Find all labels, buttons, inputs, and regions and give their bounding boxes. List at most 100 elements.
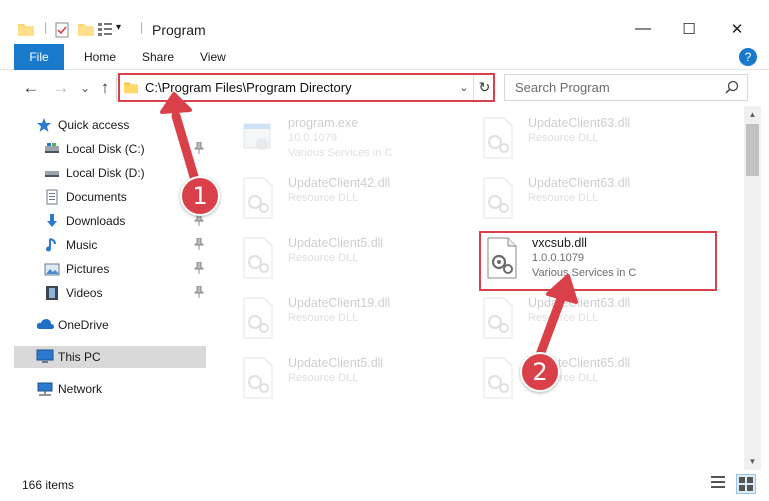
dll-file-icon bbox=[480, 296, 516, 340]
up-button[interactable]: ↑ bbox=[94, 77, 116, 99]
sidebar-item-onedrive[interactable]: OneDrive bbox=[14, 314, 206, 336]
videos-icon bbox=[44, 285, 60, 301]
sidebar-item-label: Videos bbox=[66, 286, 103, 300]
sidebar-item-music[interactable]: Music bbox=[14, 234, 206, 256]
file-item[interactable]: UpdateClient63.dll Resource DLL bbox=[480, 170, 710, 226]
pin-icon[interactable] bbox=[193, 237, 205, 253]
vertical-scrollbar[interactable]: ▲ ▼ bbox=[744, 106, 761, 470]
file-item[interactable]: UpdateClient42.dll Resource DLL bbox=[240, 170, 470, 226]
pin-icon[interactable] bbox=[193, 285, 205, 301]
navigation-pane: Quick access Local Disk (C:) Local Disk … bbox=[0, 106, 208, 470]
file-item[interactable]: UpdateClient5.dll Resource DLL bbox=[240, 230, 470, 286]
minimize-button[interactable]: — bbox=[620, 14, 666, 44]
dll-file-icon bbox=[240, 176, 276, 220]
sidebar-item-label: Network bbox=[58, 382, 103, 396]
tab-view[interactable]: View bbox=[190, 44, 236, 70]
forward-button[interactable]: → bbox=[50, 77, 72, 99]
sidebar-item-videos[interactable]: Videos bbox=[14, 282, 206, 304]
sidebar-item-label: Downloads bbox=[66, 214, 126, 228]
sidebar-item-documents[interactable]: Documents bbox=[14, 186, 206, 208]
large-icons-view-icon[interactable] bbox=[736, 474, 756, 494]
dll-file-icon bbox=[240, 296, 276, 340]
back-button[interactable]: ← bbox=[20, 77, 42, 99]
close-button[interactable]: ✕ bbox=[714, 14, 760, 44]
file-item[interactable]: UpdateClient63.dll Resource DLL bbox=[480, 110, 710, 166]
sidebar-item-label: Pictures bbox=[66, 262, 110, 276]
file-version: Resource DLL bbox=[288, 312, 359, 324]
sidebar-item-pictures[interactable]: Pictures bbox=[14, 258, 206, 280]
file-name: UpdateClient42.dll bbox=[288, 176, 391, 190]
help-icon[interactable]: ? bbox=[739, 48, 757, 66]
search-box[interactable]: Search Program bbox=[504, 74, 748, 101]
separator: | bbox=[44, 20, 48, 34]
properties-icon[interactable] bbox=[54, 22, 70, 41]
file-name: UpdateClient5.dll bbox=[288, 356, 384, 370]
onedrive-icon bbox=[36, 317, 54, 333]
music-icon bbox=[44, 237, 60, 253]
ribbon: File Home Share View bbox=[0, 44, 769, 70]
pin-icon[interactable] bbox=[193, 213, 205, 229]
search-icon[interactable] bbox=[725, 80, 739, 97]
folder-icon[interactable] bbox=[18, 22, 34, 39]
pin-icon[interactable] bbox=[193, 141, 205, 157]
tab-file[interactable]: File bbox=[14, 44, 64, 70]
sidebar-item-label: OneDrive bbox=[58, 318, 109, 332]
sidebar-item-label: Music bbox=[66, 238, 98, 252]
file-version: Resource DLL bbox=[288, 192, 359, 204]
recent-locations-button[interactable]: ⌄ bbox=[74, 77, 96, 99]
drive-icon bbox=[44, 165, 60, 181]
file-version: Resource DLL bbox=[528, 132, 599, 144]
sidebar-item-this-pc[interactable]: This PC bbox=[14, 346, 206, 368]
address-highlight-box bbox=[118, 73, 495, 102]
pc-icon bbox=[36, 349, 54, 365]
annotation-marker-2: 2 bbox=[520, 352, 560, 392]
file-version: 10.0.1079 bbox=[288, 132, 337, 144]
sidebar-item-network[interactable]: Network bbox=[14, 378, 206, 400]
tab-share[interactable]: Share bbox=[132, 44, 184, 70]
file-highlight-box bbox=[479, 231, 717, 291]
file-item[interactable]: UpdateClient65.dll Resource DLL bbox=[480, 350, 710, 406]
file-version: Resource DLL bbox=[288, 372, 359, 384]
file-item[interactable]: program.exe 10.0.1079 Various Services i… bbox=[240, 110, 470, 166]
file-item[interactable]: UpdateClient63.dll Resource DLL bbox=[480, 290, 710, 346]
new-folder-icon[interactable] bbox=[78, 22, 94, 39]
file-name: UpdateClient63.dll bbox=[528, 176, 631, 190]
window-title: Program bbox=[152, 22, 206, 38]
dll-file-icon bbox=[480, 356, 516, 400]
pin-icon[interactable] bbox=[193, 261, 205, 277]
view-options-icon[interactable] bbox=[98, 22, 114, 39]
title-bar: | ▾ | Program — ☐ ✕ bbox=[0, 0, 769, 44]
sidebar-item-quick-access[interactable]: Quick access bbox=[14, 114, 206, 136]
details-view-icon[interactable] bbox=[710, 474, 730, 494]
file-name: UpdateClient63.dll bbox=[528, 116, 631, 130]
sidebar-item-local-disk-d[interactable]: Local Disk (D:) bbox=[14, 162, 206, 184]
file-name: UpdateClient5.dll bbox=[288, 236, 384, 250]
dll-file-icon bbox=[480, 116, 516, 160]
customize-quick-access-icon[interactable]: ▾ bbox=[116, 22, 121, 33]
pictures-icon bbox=[44, 261, 60, 277]
sidebar-item-label: Documents bbox=[66, 190, 127, 204]
separator: | bbox=[140, 20, 144, 34]
network-icon bbox=[36, 381, 53, 397]
scroll-thumb[interactable] bbox=[746, 124, 759, 176]
dll-file-icon bbox=[240, 356, 276, 400]
search-input[interactable]: Search Program bbox=[515, 80, 610, 95]
scroll-down-arrow-icon[interactable]: ▼ bbox=[744, 453, 761, 470]
sidebar-item-local-disk-c[interactable]: Local Disk (C:) bbox=[14, 138, 206, 160]
documents-icon bbox=[44, 189, 60, 205]
file-name: UpdateClient63.dll bbox=[528, 296, 631, 310]
file-item[interactable]: UpdateClient5.dll Resource DLL bbox=[240, 350, 470, 406]
scroll-up-arrow-icon[interactable]: ▲ bbox=[744, 106, 761, 123]
dll-file-icon bbox=[240, 236, 276, 280]
tab-home[interactable]: Home bbox=[74, 44, 126, 70]
file-version: Resource DLL bbox=[528, 192, 599, 204]
annotation-marker-1: 1 bbox=[180, 176, 220, 216]
sidebar-item-label: Local Disk (D:) bbox=[66, 166, 145, 180]
file-version: Resource DLL bbox=[288, 252, 359, 264]
downloads-icon bbox=[44, 213, 60, 229]
maximize-button[interactable]: ☐ bbox=[666, 14, 712, 44]
sidebar-item-downloads[interactable]: Downloads bbox=[14, 210, 206, 232]
status-bar: 166 items bbox=[0, 470, 769, 501]
file-item[interactable]: UpdateClient19.dll Resource DLL bbox=[240, 290, 470, 346]
file-version: Resource DLL bbox=[528, 312, 599, 324]
